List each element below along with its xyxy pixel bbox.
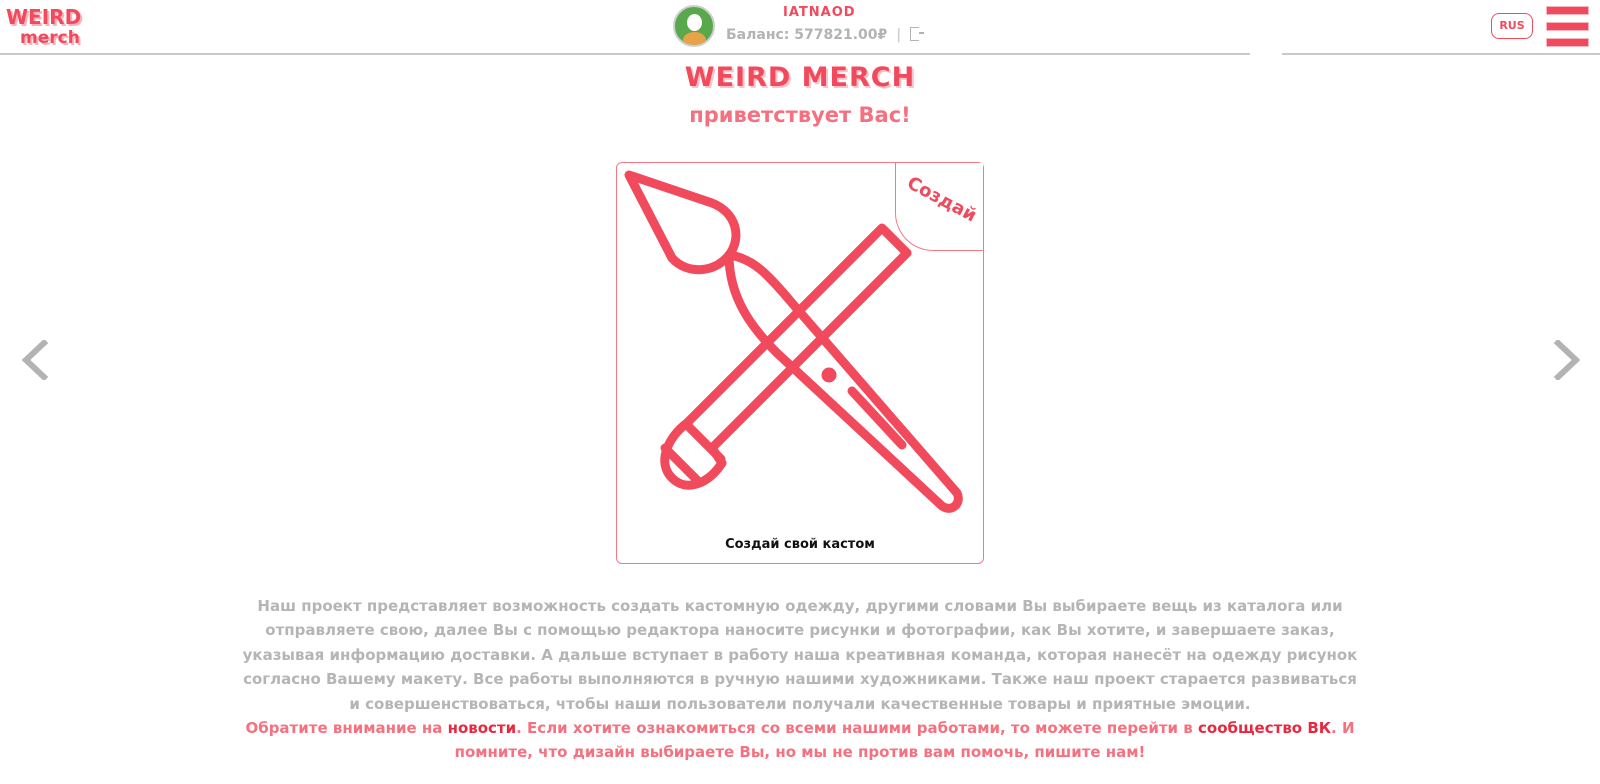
card-corner-badge: Создай xyxy=(895,163,983,251)
page-title: WEIRD MERCH xyxy=(684,62,916,93)
notice-part2: . Если хотите ознакомиться со всеми наши… xyxy=(516,719,1198,737)
header-divider xyxy=(0,53,1250,55)
create-custom-card[interactable]: Создай Создай свой кастом xyxy=(616,162,984,564)
avatar-body xyxy=(683,32,706,45)
header-divider-right xyxy=(1282,53,1600,55)
header: WEIRD merch IATNAOD Баланс: 577821.00₽ |… xyxy=(0,0,1600,55)
hamburger-menu-icon[interactable] xyxy=(1546,6,1589,48)
brand-logo-line1: WEIRD xyxy=(6,5,82,29)
page-subtitle: приветствует Вас! xyxy=(689,103,911,127)
menu-bar-2 xyxy=(1546,22,1589,31)
notice-part1: Обратите внимание на xyxy=(245,719,448,737)
language-button[interactable]: RUS xyxy=(1491,13,1533,39)
balance-value: 577821.00₽ xyxy=(794,27,888,43)
notice-text: Обратите внимание на новости. Если хотит… xyxy=(240,716,1360,765)
username[interactable]: IATNAOD xyxy=(783,5,856,20)
menu-bar-1 xyxy=(1546,6,1589,15)
project-description: Наш проект представляет возможность созд… xyxy=(242,597,1358,713)
balance: Баланс: 577821.00₽ | xyxy=(726,27,925,43)
brand-logo-line2: merch xyxy=(20,28,80,48)
carousel-next-arrow-icon[interactable] xyxy=(1552,340,1582,380)
balance-separator: | xyxy=(896,27,902,43)
vk-community-link[interactable]: сообщество ВК xyxy=(1198,719,1331,737)
brand-logo[interactable]: WEIRD merch xyxy=(6,6,92,50)
logout-icon[interactable] xyxy=(910,27,925,41)
card-caption: Создай свой кастом xyxy=(725,537,875,552)
news-link[interactable]: новости xyxy=(448,719,517,737)
card-corner-label: Создай xyxy=(903,172,980,227)
carousel-prev-arrow-icon[interactable] xyxy=(20,340,50,380)
balance-label: Баланс: xyxy=(726,27,790,43)
menu-bar-3 xyxy=(1546,38,1589,47)
avatar[interactable] xyxy=(673,5,715,47)
avatar-head xyxy=(687,14,702,31)
